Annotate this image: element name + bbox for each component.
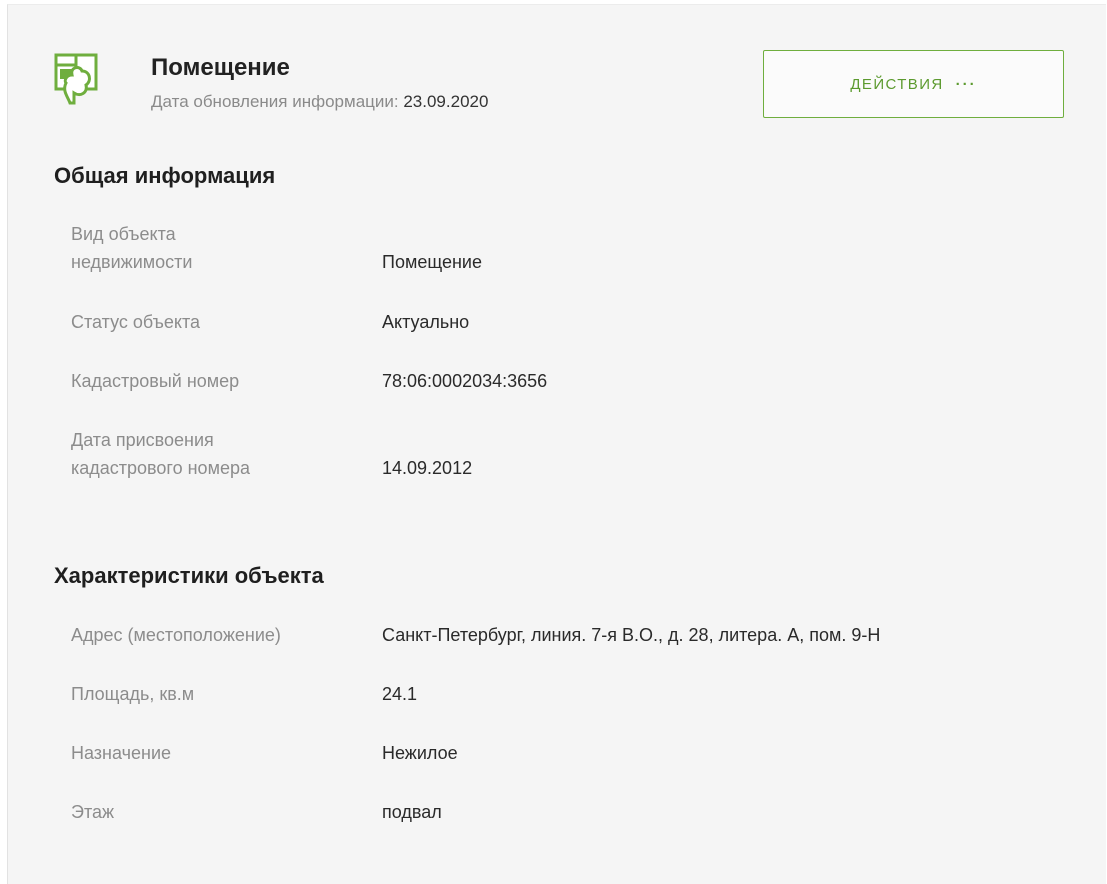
field-value: 78:06:0002034:3656 [382, 371, 548, 391]
field-label: Вид объекта недвижимости [71, 224, 193, 272]
more-dots-icon: ··· [955, 75, 977, 93]
field-value: Нежилое [382, 743, 458, 763]
field-value: 14.09.2012 [382, 458, 473, 478]
update-date-value: 23.09.2020 [403, 92, 489, 111]
actions-button[interactable]: ДЕЙСТВИЯ ··· [763, 50, 1064, 118]
field-label: Дата присвоения кадастрового номера [71, 430, 250, 478]
field-value: Помещение [382, 252, 482, 272]
section-title-general: Общая информация [54, 163, 276, 188]
field-label: Этаж [71, 802, 115, 822]
field-label: Кадастровый номер [71, 371, 240, 391]
section-title-characteristics: Характеристики объекта [54, 563, 324, 588]
building-tree-icon [54, 53, 98, 105]
field-value: подвал [382, 802, 442, 822]
object-card: Помещение Дата обновления информации: 23… [7, 4, 1106, 884]
actions-button-label: ДЕЙСТВИЯ [850, 75, 944, 93]
field-value: 24.1 [382, 684, 418, 704]
update-date-label: Дата обновления информации: [151, 92, 399, 111]
field-label: Назначение [71, 743, 172, 763]
field-label: Адрес (местоположение) [71, 625, 281, 645]
page-title: Помещение [151, 54, 290, 81]
field-value: Актуально [382, 312, 470, 332]
field-value: Санкт-Петербург, линия. 7-я В.О., д. 28,… [382, 625, 881, 645]
field-label: Площадь, кв.м [71, 684, 195, 704]
field-label: Статус объекта [71, 312, 201, 332]
update-date-line: Дата обновления информации: 23.09.2020 [151, 90, 488, 114]
